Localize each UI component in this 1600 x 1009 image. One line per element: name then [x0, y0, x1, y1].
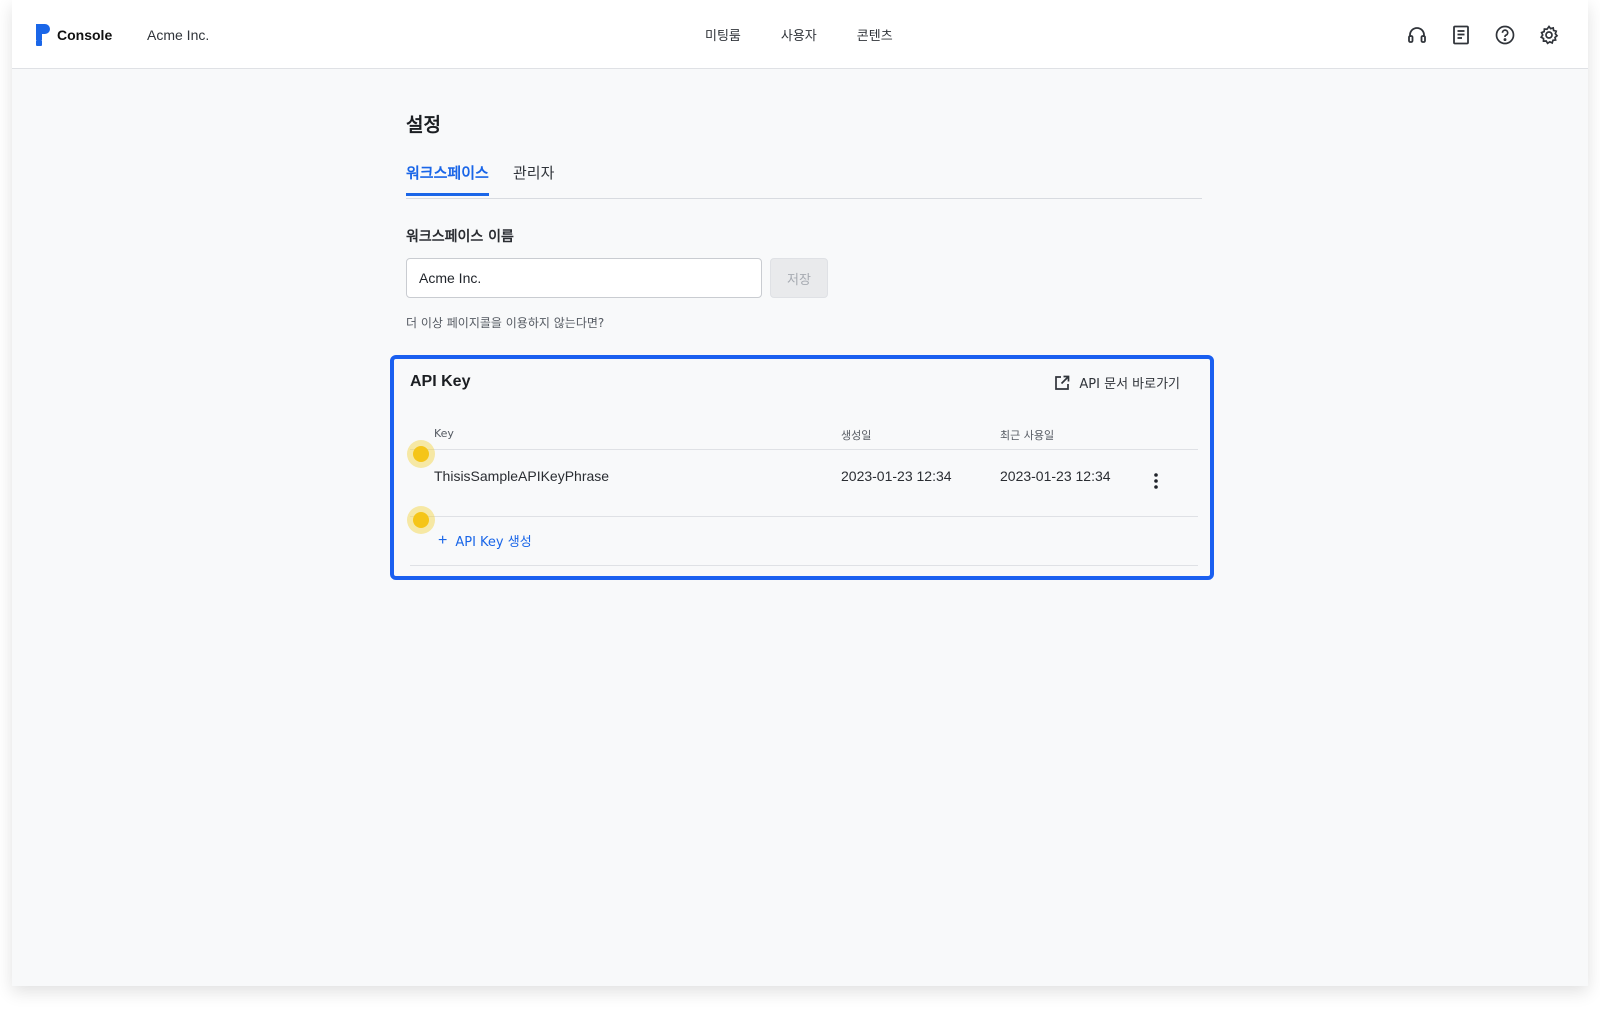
nav-item-contents[interactable]: 콘텐츠: [857, 25, 893, 44]
nav-item-users[interactable]: 사용자: [781, 25, 817, 44]
more-options-icon[interactable]: [1147, 470, 1165, 492]
api-docs-link[interactable]: API 문서 바로가기: [1053, 373, 1180, 392]
api-key-panel: API Key API 문서 바로가기 Key 생성일 최근 사용일 Thisi…: [390, 355, 1214, 580]
click-marker: [413, 512, 429, 528]
api-key-table: Key 생성일 최근 사용일 ThisisSampleAPIKeyPhrase …: [410, 415, 1198, 566]
settings-tabs: 워크스페이스 관리자: [406, 160, 1202, 199]
table-header: Key 생성일 최근 사용일: [410, 415, 1198, 450]
external-link-icon: [1055, 375, 1070, 390]
column-last-used: 최근 사용일: [1000, 429, 1055, 442]
toolbar: [1406, 24, 1560, 46]
create-api-key-button[interactable]: + API Key 생성: [438, 531, 532, 550]
column-key: Key: [434, 427, 454, 440]
table-row: ThisisSampleAPIKeyPhrase 2023-01-23 12:3…: [410, 450, 1198, 517]
console-window: Console Acme Inc. 미팅룸 사용자 콘텐츠 설정 워크스페이스 …: [12, 0, 1588, 986]
api-key-created-date: 2023-01-23 12:34: [841, 468, 952, 484]
nav-item-meeting-rooms[interactable]: 미팅룸: [705, 25, 741, 44]
tab-workspace[interactable]: 워크스페이스: [406, 162, 489, 196]
top-bar: Console Acme Inc. 미팅룸 사용자 콘텐츠: [12, 0, 1588, 69]
create-api-key-label: API Key 생성: [455, 535, 532, 550]
plus-icon: +: [438, 531, 448, 549]
brand[interactable]: Console: [34, 24, 112, 46]
help-icon[interactable]: [1494, 24, 1516, 46]
brand-name: Console: [57, 27, 113, 43]
logo-icon: [36, 24, 50, 46]
leave-service-link[interactable]: 더 이상 페이지콜을 이용하지 않는다면?: [406, 314, 604, 331]
headset-icon[interactable]: [1406, 24, 1428, 46]
api-key-last-used-date: 2023-01-23 12:34: [1000, 468, 1111, 484]
save-button[interactable]: 저장: [770, 258, 828, 298]
api-docs-link-label: API 문서 바로가기: [1079, 377, 1180, 392]
page-title: 설정: [406, 114, 441, 136]
api-key-value[interactable]: ThisisSampleAPIKeyPhrase: [434, 468, 609, 484]
column-created: 생성일: [841, 429, 872, 442]
api-key-title: API Key: [410, 373, 471, 390]
main-nav: 미팅룸 사용자 콘텐츠: [705, 25, 893, 44]
tab-admin[interactable]: 관리자: [513, 162, 554, 183]
document-icon[interactable]: [1450, 24, 1472, 46]
workspace-name-label: 워크스페이스 이름: [406, 229, 514, 245]
click-marker: [413, 446, 429, 462]
add-row: + API Key 생성: [410, 517, 1198, 566]
workspace-name-input[interactable]: [406, 258, 762, 298]
gear-icon[interactable]: [1538, 24, 1560, 46]
org-name[interactable]: Acme Inc.: [147, 27, 209, 43]
